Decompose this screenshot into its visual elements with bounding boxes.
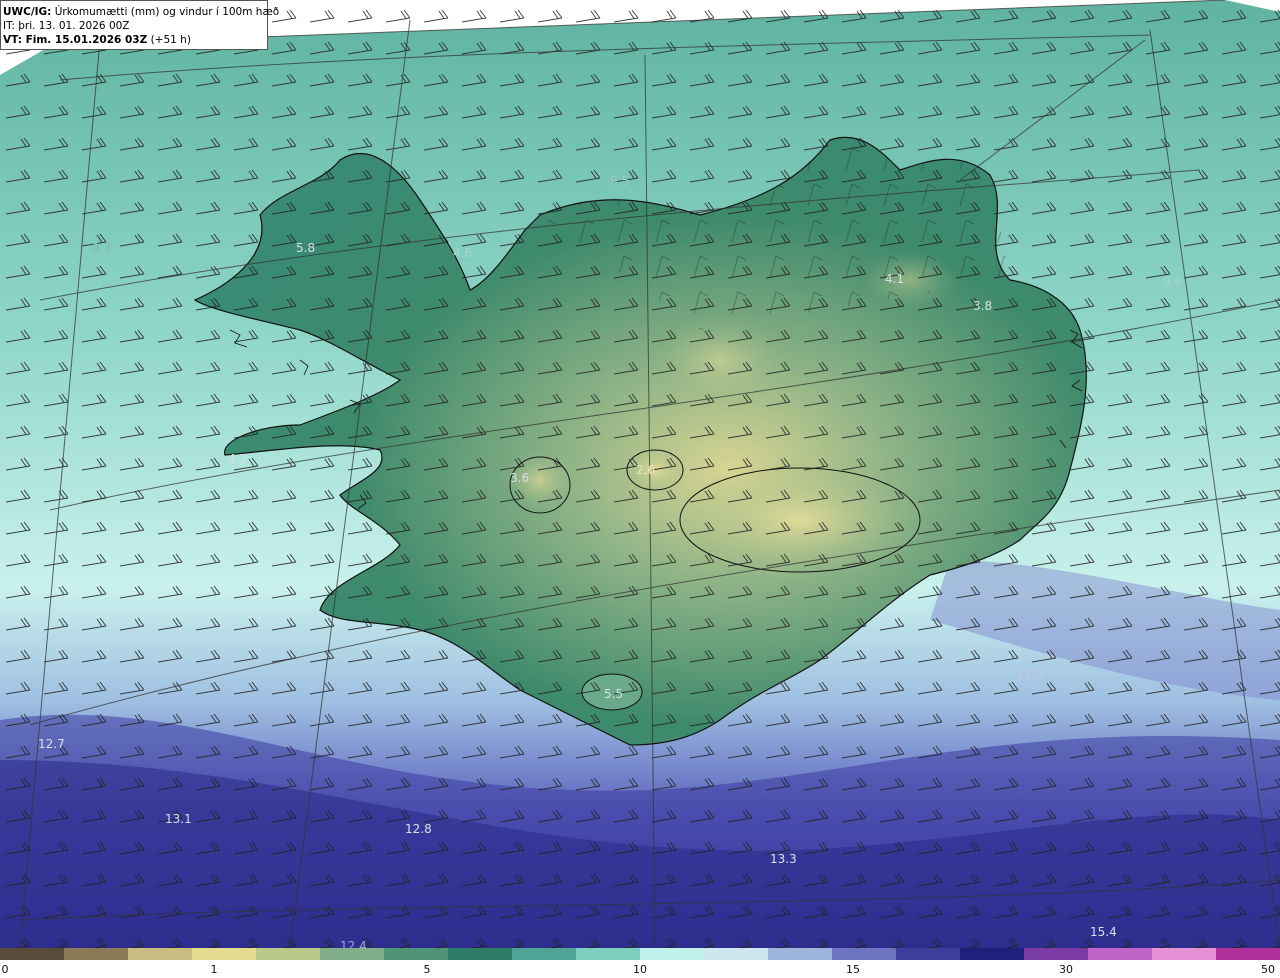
colorbar-segment	[896, 948, 961, 960]
value-label: 12.1	[1017, 667, 1044, 681]
colorbar-segment	[640, 948, 705, 960]
colorbar-tick: 1	[210, 963, 218, 976]
colorbar-legend: 0 1 5 10 15 30 50	[0, 948, 1280, 978]
colorbar-segment	[128, 948, 193, 960]
colorbar-tick: 15	[846, 963, 860, 976]
colorbar-tick: 30	[1059, 963, 1073, 976]
colorbar-segment	[704, 948, 769, 960]
map-title: Úrkomumætti (mm) og vindur í 100m hæð	[54, 6, 280, 18]
colorbar-tick: 10	[633, 963, 647, 976]
value-label: 4.2	[228, 452, 247, 466]
value-label: 4.6	[453, 246, 472, 260]
colorbar-segment	[768, 948, 833, 960]
colorbar-segment	[960, 948, 1025, 960]
value-label: 2.6	[636, 463, 655, 477]
colorbar-segment	[1152, 948, 1217, 960]
colorbar-segment	[192, 948, 257, 960]
value-label: 15.4	[1090, 925, 1117, 939]
colorbar-segment	[384, 948, 449, 960]
value-label: 9.5	[610, 174, 629, 188]
value-label: 4.1	[885, 272, 904, 286]
map-header: UWC/IG: Úrkomumætti (mm) og vindur í 100…	[0, 0, 279, 50]
colorbar-segment	[256, 948, 321, 960]
value-label: 5.5	[604, 687, 623, 701]
valid-time-line: VT: Fim. 15.01.2026 03Z (+51 h)	[3, 33, 267, 47]
forecast-map-view: 5.8 9.5 4.6 4.1 3.8 9.6 4.2 3.6 2.6 12.1…	[0, 0, 1280, 978]
precipitation-map: 5.8 9.5 4.6 4.1 3.8 9.6 4.2 3.6 2.6 12.1…	[0, 0, 1280, 948]
value-label: 12.8	[405, 822, 432, 836]
value-label: 3.6	[510, 471, 529, 485]
colorbar-segment	[320, 948, 385, 960]
colorbar-tick: 5	[423, 963, 431, 976]
value-label: 3.8	[973, 299, 992, 313]
model-label: UWC/IG:	[3, 6, 52, 18]
value-label: 12.4	[340, 939, 367, 948]
lead-time: (+51 h)	[150, 34, 191, 46]
colorbar-segment	[832, 948, 897, 960]
value-label: 5.8	[296, 241, 315, 255]
colorbar-segment	[1216, 948, 1280, 960]
valid-time: VT: Fim. 15.01.2026 03Z	[3, 34, 148, 46]
value-label: 12.7	[38, 737, 65, 751]
init-time: IT: þri. 13. 01. 2026 00Z	[3, 20, 130, 32]
colorbar-tick: 50	[1261, 963, 1275, 976]
colorbar-segment	[512, 948, 577, 960]
colorbar-segment	[64, 948, 129, 960]
value-label: 13.3	[770, 852, 797, 866]
value-label: 13.1	[165, 812, 192, 826]
value-label: 9.7	[92, 241, 111, 255]
title-line: UWC/IG: Úrkomumætti (mm) og vindur í 100…	[3, 5, 279, 19]
colorbar-segment	[0, 948, 65, 960]
colorbar-segment	[448, 948, 513, 960]
colorbar	[0, 948, 1280, 960]
colorbar-segment	[1024, 948, 1089, 960]
colorbar-segment	[1088, 948, 1153, 960]
colorbar-segment	[576, 948, 641, 960]
value-label: 9.6	[1163, 275, 1182, 289]
colorbar-tick: 0	[1, 963, 9, 976]
